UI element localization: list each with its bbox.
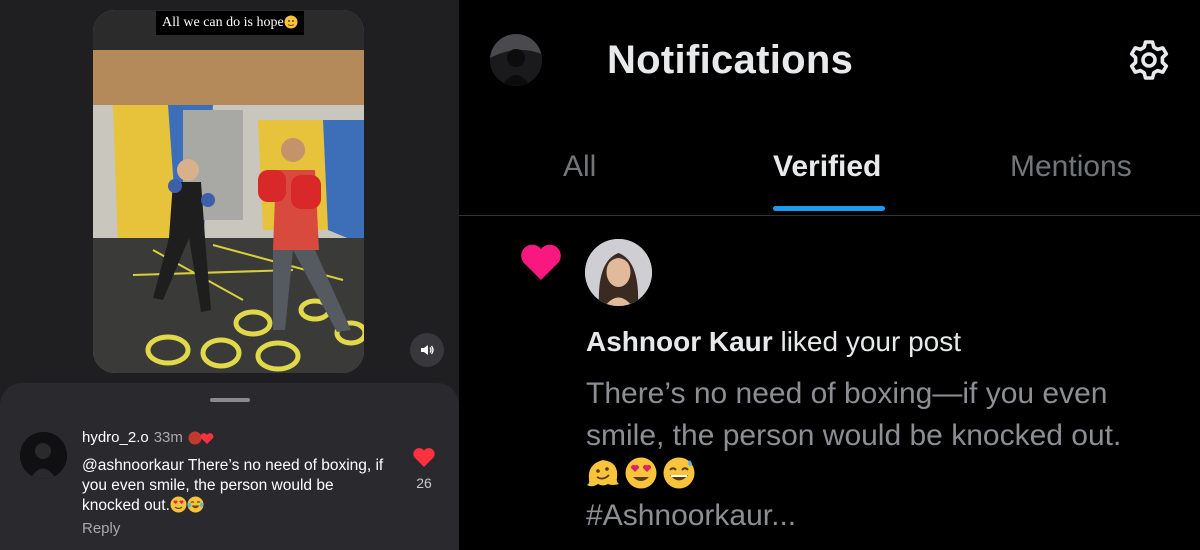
- profile-avatar[interactable]: [490, 34, 542, 86]
- profile-avatar-image: [490, 34, 542, 86]
- settings-button[interactable]: [1127, 38, 1171, 82]
- page-title: Notifications: [607, 38, 854, 82]
- x-notifications-panel: Notifications All Verified Mentions Ashn…: [459, 0, 1200, 550]
- comment-username[interactable]: hydro_2.o: [82, 429, 149, 446]
- avatar-image: [20, 432, 67, 479]
- comment-text: @ashnoorkaur There’s no need of boxing, …: [82, 456, 392, 516]
- tab-verified[interactable]: Verified: [773, 150, 881, 184]
- video-frame: [93, 10, 364, 373]
- liker-avatar[interactable]: [585, 239, 652, 306]
- sound-icon: [421, 345, 434, 355]
- notification-action: liked your post: [780, 326, 962, 357]
- instagram-panel: All we can do is hope hydro_2.o 33m @ash…: [0, 0, 459, 550]
- liker-avatar-image: [585, 239, 652, 306]
- heart-eyes-emoji-icon: [625, 457, 657, 489]
- active-tab-indicator: [773, 206, 885, 211]
- reply-button[interactable]: Reply: [82, 520, 120, 537]
- melting-face-emoji-icon: [587, 460, 619, 487]
- like-heart-icon: [519, 242, 563, 287]
- author-liked-badge-icon: [188, 431, 214, 444]
- avatar[interactable]: [20, 432, 67, 479]
- grinning-sweat-emoji-icon: [663, 457, 695, 489]
- notification-user[interactable]: Ashnoor Kaur: [586, 326, 773, 357]
- notification-emojis: [586, 456, 696, 490]
- notification-post-text[interactable]: There’s no need of boxing—if you even sm…: [586, 373, 1166, 457]
- heart-eyes-emoji-icon: [170, 496, 187, 513]
- tab-mentions[interactable]: Mentions: [1010, 150, 1132, 184]
- tab-all[interactable]: All: [563, 150, 596, 184]
- comment-like-count: 26: [416, 475, 432, 491]
- comment-sheet: hydro_2.o 33m @ashnoorkaur There’s no ne…: [0, 383, 459, 550]
- comment-header: hydro_2.o 33m: [82, 429, 214, 446]
- heart-icon: [413, 448, 435, 467]
- reel-video[interactable]: [93, 10, 364, 373]
- sound-toggle-button[interactable]: [410, 333, 444, 367]
- comment-like-button[interactable]: [412, 447, 436, 473]
- gear-icon: [1129, 40, 1169, 80]
- comment-timestamp: 33m: [153, 429, 183, 446]
- emoji-icon: [284, 15, 298, 29]
- tears-of-joy-emoji-icon: [187, 496, 204, 513]
- video-caption: All we can do is hope: [156, 11, 304, 35]
- video-caption-text: All we can do is hope: [162, 15, 284, 30]
- notification-headline: Ashnoor Kaur liked your post: [586, 326, 961, 358]
- notification-tabs: All Verified Mentions: [459, 140, 1200, 216]
- comment-body: @ashnoorkaur There’s no need of boxing, …: [82, 457, 384, 514]
- notification-hashtag[interactable]: #Ashnoorkaur...: [586, 499, 796, 533]
- drag-handle[interactable]: [210, 398, 250, 402]
